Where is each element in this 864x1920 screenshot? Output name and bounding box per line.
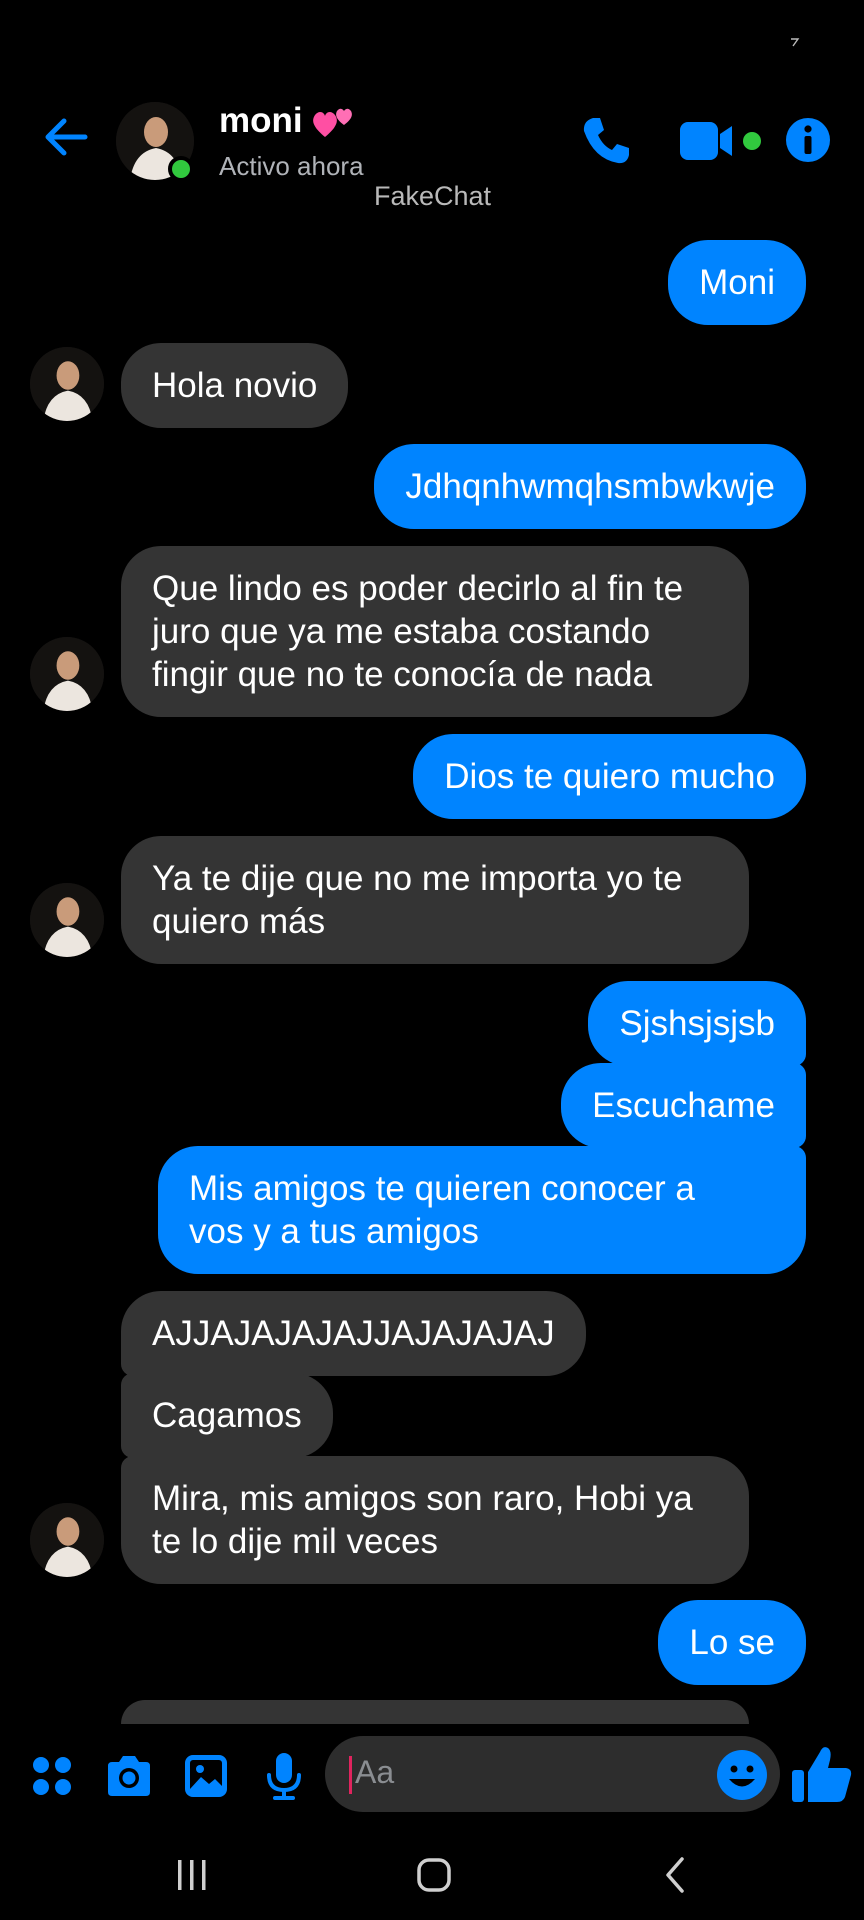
sent-message-bubble[interactable]: Dios te quiero mucho [413,734,806,819]
voice-call-button[interactable] [578,113,634,169]
image-icon [185,1755,227,1797]
arrow-left-icon [45,118,88,156]
received-message-bubble[interactable]: Ya te dije que no me importa yo te quier… [121,836,749,964]
text-cursor [349,1756,352,1794]
home-button[interactable] [404,1850,464,1900]
contact-name[interactable]: moni [219,101,355,141]
like-button[interactable] [790,1742,854,1806]
partial-received-bubble [121,1700,749,1724]
chevron-left-icon [666,1857,684,1893]
contact-status: Activo ahora [219,151,364,181]
grid-dots-icon [33,1757,71,1795]
camera-button[interactable] [103,1750,155,1802]
back-button[interactable] [40,112,90,162]
received-message-bubble[interactable]: Mira, mis amigos son raro, Hobi ya te lo… [121,1456,749,1584]
emoji-icon [717,1750,767,1800]
message-avatar [30,347,104,421]
message-avatar [30,883,104,957]
info-button[interactable] [784,116,832,164]
received-message-bubble[interactable]: Cagamos [121,1373,333,1458]
camera-icon [108,1756,150,1796]
message-avatar [30,1503,104,1577]
message-composer: Aa [0,1724,864,1824]
video-call-button[interactable] [678,118,774,164]
chat-header: moni Activo ahora FakeChat [0,0,864,230]
sent-message-bubble[interactable]: Mis amigos te quieren conocer a vos y a … [158,1146,806,1274]
received-message-bubble[interactable]: AJJAJAJAJAJJAJAJAJAJ [121,1291,586,1376]
two-hearts-icon [311,103,355,139]
received-message-bubble[interactable]: Hola novio [121,343,349,428]
system-navigation-bar [0,1830,864,1920]
sent-message-bubble[interactable]: Lo se [658,1600,806,1685]
watermark-text: FakeChat [374,181,492,211]
message-avatar [30,637,104,711]
message-input[interactable]: Aa [325,1736,780,1812]
info-icon [786,118,830,162]
video-camera-icon [680,122,761,160]
recent-apps-button[interactable] [162,1850,222,1900]
recent-apps-icon [178,1860,206,1890]
sent-message-bubble[interactable]: Jdhqnhwmqhsmbwkwje [374,444,806,529]
back-nav-button[interactable] [646,1850,706,1900]
received-message-bubble[interactable]: Que lindo es poder decirlo al fin te jur… [121,546,749,717]
messenger-chat-screen: moni Activo ahora FakeChat Moni Hola nov… [0,0,864,1920]
sent-message-bubble[interactable]: Moni [668,240,806,325]
home-icon [417,1858,451,1892]
microphone-icon [267,1753,301,1800]
phone-icon [583,118,629,164]
microphone-button[interactable] [258,1750,310,1802]
message-input-placeholder: Aa [355,1754,395,1790]
online-status-dot [168,156,194,182]
contact-name-text: moni [219,101,303,140]
menu-button[interactable] [26,1750,78,1802]
sent-message-bubble[interactable]: Escuchame [561,1063,806,1148]
thumbs-up-icon [792,1747,852,1802]
emoji-button[interactable] [715,1748,769,1802]
gallery-button[interactable] [180,1750,232,1802]
sent-message-bubble[interactable]: Sjshsjsjsb [588,981,806,1066]
